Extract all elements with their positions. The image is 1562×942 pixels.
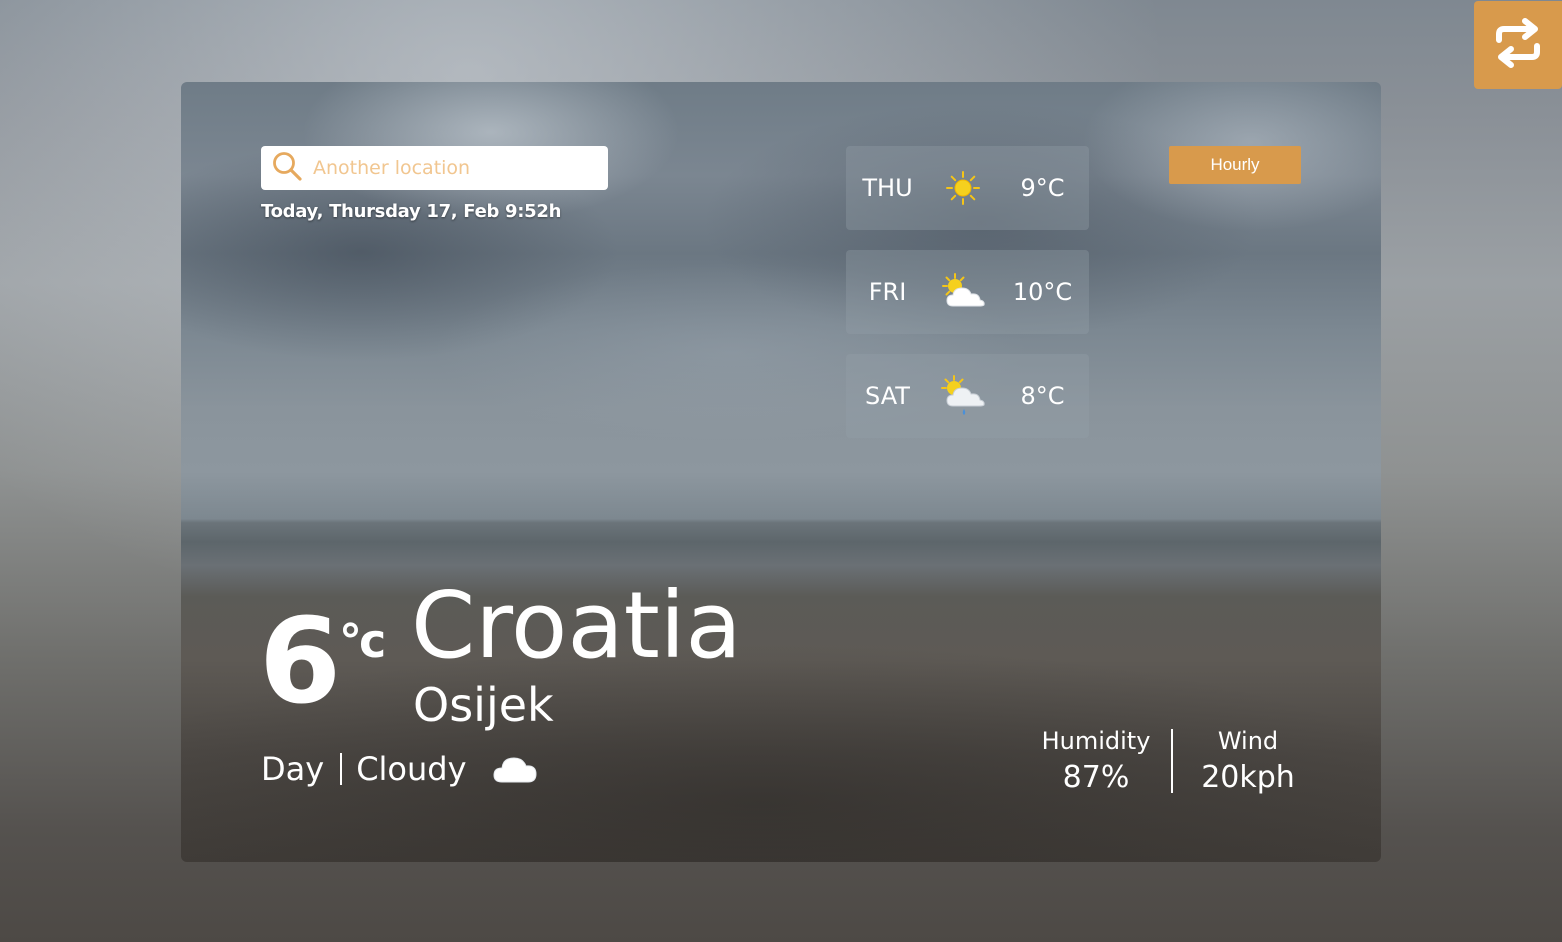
humidity-label: Humidity [1041, 727, 1151, 755]
wind-stat: Wind 20kph [1173, 727, 1323, 795]
country-name: Croatia [411, 572, 742, 679]
condition-text: Cloudy [356, 750, 467, 788]
city-name: Osijek [413, 678, 554, 732]
forecast-item-sat: SAT 8°C [846, 354, 1089, 438]
forecast-item-thu: THU 9°C [846, 146, 1089, 230]
humidity-stat: Humidity 87% [1021, 727, 1171, 795]
wind-value: 20kph [1201, 759, 1295, 795]
temperature-unit: °c [339, 614, 386, 668]
humidity-value: 87% [1062, 759, 1130, 795]
forecast-day: SAT [865, 382, 910, 410]
sun-icon [939, 164, 987, 212]
forecast-temp: 10°C [1012, 278, 1073, 306]
swap-arrows-icon [1491, 16, 1545, 74]
current-date: Today, Thursday 17, Feb 9:52h [261, 201, 562, 222]
cloud-icon [491, 752, 539, 786]
search-box[interactable] [261, 146, 608, 190]
switch-view-button[interactable] [1474, 1, 1562, 89]
partly-cloudy-icon [939, 268, 987, 316]
forecast-temp: 9°C [1020, 174, 1065, 202]
forecast-day: THU [862, 174, 913, 202]
search-input[interactable] [313, 157, 593, 179]
condition-divider [340, 753, 343, 785]
current-temperature: 6 [259, 592, 341, 730]
wind-label: Wind [1217, 727, 1279, 755]
weather-stats: Humidity 87% Wind 20kph [1021, 727, 1323, 795]
partly-cloudy-rain-icon [939, 372, 987, 420]
search-icon [271, 150, 303, 186]
forecast-item-fri: FRI 10°C [846, 250, 1089, 334]
forecast-temp: 8°C [1020, 382, 1065, 410]
weather-card: Today, Thursday 17, Feb 9:52h THU 9°C FR… [181, 82, 1381, 862]
forecast-day: FRI [868, 278, 907, 306]
hourly-button[interactable]: Hourly [1169, 146, 1301, 184]
weather-condition: Day Cloudy [261, 749, 539, 789]
day-period: Day [261, 750, 325, 788]
